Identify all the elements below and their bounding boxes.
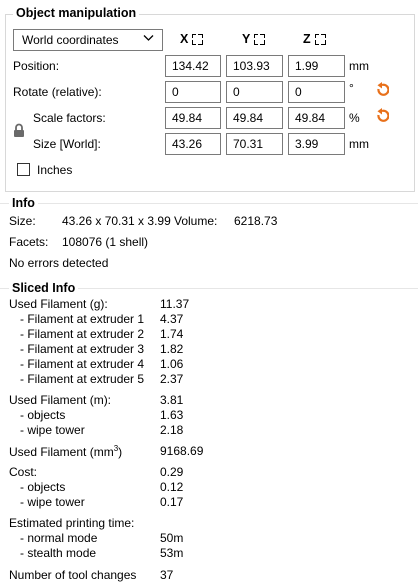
sliced-info-label: Estimated printing time: [9,516,134,530]
axis-x-label: X [180,32,189,46]
sliced-info-label-text: - wipe tower [20,495,85,509]
info-facets-value: 108076 (1 shell) [62,235,149,249]
lock-icon[interactable] [13,123,25,141]
rotate-unit: ° [349,81,354,95]
sliced-info-value: 37 [160,568,174,582]
sliced-info-label: - normal mode [20,531,97,545]
scale-label: Scale factors: [33,111,106,125]
axis-y-label: Y [242,32,251,46]
rotate-label: Rotate (relative): [13,85,102,99]
sliced-info-label-text: - wipe tower [20,423,85,437]
sliced-info-label: - Filament at extruder 5 [20,372,144,386]
sliced-info-label-text: - Filament at extruder 5 [20,372,145,386]
sliced-info-label: Used Filament (g): [9,297,108,311]
sliced-info-value: 2.37 [160,372,184,386]
position-x-input[interactable]: 134.42 [165,55,221,77]
sliced-info-label: - objects [20,480,65,494]
axis-z-header: Z [303,31,328,47]
axis-y-header: Y [242,31,268,47]
undo-arrow-icon[interactable] [375,108,390,127]
info-volume-label: Volume: [174,214,218,228]
sliced-info-label-text: - Filament at extruder 3 [20,342,145,356]
sliced-info-value: 2.18 [160,423,184,437]
sliced-info-label-text: - stealth mode [20,546,97,560]
axis-z-label: Z [303,32,311,46]
size-unit: mm [349,137,369,151]
position-z-input[interactable]: 1.99 [288,55,345,77]
sliced-info-value: 0.17 [160,495,184,509]
sliced-info-title: Sliced Info [9,281,79,295]
axis-square-icon [252,31,268,47]
sliced-info-label-text: - normal mode [20,531,98,545]
sliced-info-label-text: Used Filament (g): [9,297,108,311]
info-title: Info [9,196,38,210]
sliced-info-label: - stealth mode [20,546,96,560]
sliced-info-value: 4.37 [160,312,184,326]
sliced-info-label-text: Used Filament (m): [9,393,112,407]
sliced-info-label: - wipe tower [20,423,85,437]
rotate-z-input[interactable]: 0 [288,81,345,103]
info-volume-value: 6218.73 [234,214,278,228]
info-errors: No errors detected [9,256,109,270]
sliced-info-label-text: - Filament at extruder 2 [20,327,145,341]
info-size-value: 43.26 x 70.31 x 3.99 [62,214,171,228]
sliced-info-value: 1.82 [160,342,184,356]
sliced-info-value: 11.37 [160,297,190,311]
info-facets-label: Facets: [9,235,49,249]
sliced-info-label-text: Used Filament (mm [9,445,114,459]
inches-label: Inches [37,163,73,177]
sliced-info-value: 1.63 [160,408,184,422]
object-manipulation-title: Object manipulation [13,6,140,20]
sliced-info-label-text: - objects [20,408,66,422]
sliced-info-label-text: Estimated printing time: [9,516,135,530]
axis-square-icon [190,31,206,47]
sliced-info-label-text: - Filament at extruder 1 [20,312,145,326]
sliced-info-label: Used Filament (mm3) [9,444,122,459]
sliced-info-label: - objects [20,408,65,422]
sliced-info-value: 3.81 [160,393,184,407]
sliced-info-value: 53m [160,546,184,560]
sliced-info-label-text: Cost: [9,465,38,479]
inches-checkbox[interactable] [17,163,30,176]
sliced-info-label: Used Filament (m): [9,393,111,407]
sliced-info-label: - wipe tower [20,495,85,509]
sliced-info-label-text: - objects [20,480,66,494]
sliced-info-value: 9168.69 [160,444,204,458]
sliced-info-label: - Filament at extruder 3 [20,342,144,356]
sliced-info-value: 0.29 [160,465,184,479]
sliced-info-label: - Filament at extruder 4 [20,357,144,371]
size-y-input[interactable]: 70.31 [226,133,283,155]
sliced-info-label: Cost: [9,465,37,479]
position-unit: mm [349,59,369,73]
size-label: Size [World]: [33,137,101,151]
rotate-y-input[interactable]: 0 [226,81,283,103]
info-size-label: Size: [9,214,36,228]
scale-x-input[interactable]: 49.84 [165,107,221,129]
sliced-info-label: Number of tool changes [9,568,136,582]
info-divider [0,203,418,204]
position-y-input[interactable]: 103.93 [226,55,283,77]
chevron-down-icon [143,32,154,46]
axis-x-header: X [180,31,206,47]
size-x-input[interactable]: 43.26 [165,133,221,155]
coordinates-select-value: World coordinates [22,33,119,47]
sliced-info-label: - Filament at extruder 1 [20,312,144,326]
scale-y-input[interactable]: 49.84 [226,107,283,129]
size-z-input[interactable]: 3.99 [288,133,345,155]
sliced-info-label-text: - Filament at extruder 4 [20,357,145,371]
sliced-info-label: - Filament at extruder 2 [20,327,144,341]
sliced-info-label-end: ) [118,445,123,459]
coordinates-select[interactable]: World coordinates [13,29,163,51]
scale-unit: % [349,111,360,125]
sliced-info-value: 50m [160,531,184,545]
sliced-info-value: 0.12 [160,480,184,494]
undo-arrow-icon[interactable] [375,82,390,101]
sliced-info-value: 1.06 [160,357,184,371]
axis-square-icon [312,31,328,47]
sliced-info-label-text: Number of tool changes [9,568,137,582]
sliced-info-value: 1.74 [160,327,184,341]
position-label: Position: [13,59,60,73]
rotate-x-input[interactable]: 0 [165,81,221,103]
scale-z-input[interactable]: 49.84 [288,107,345,129]
